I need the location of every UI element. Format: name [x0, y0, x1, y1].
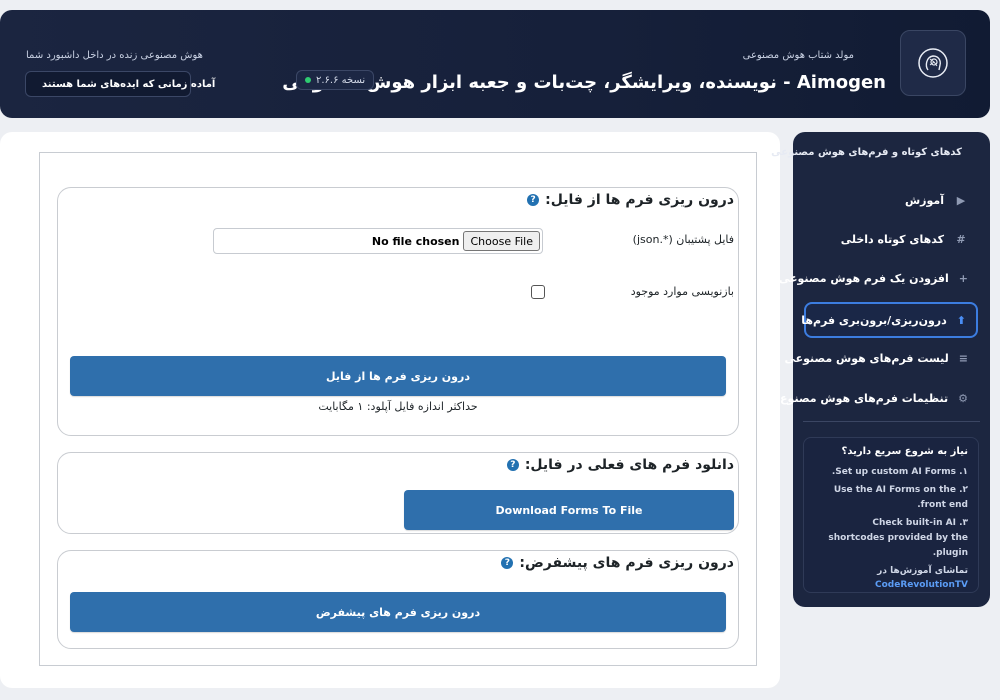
sidebar-divider [803, 421, 980, 422]
quick-start-tips: نیاز به شروع سریع دارید؟ ۱. Set up custo… [803, 437, 979, 593]
tip-item: ۳. Check built-in AI shortcodes provided… [828, 518, 968, 558]
ai-head-icon [918, 48, 948, 78]
tips-footer: تماشای آموزش‌ها در CodeRevolutionTV [814, 564, 968, 592]
list-icon: ≡ [958, 351, 968, 365]
header-subtitle: مولد شتاب هوش مصنوعی [742, 50, 854, 61]
tip-item: ۱. Set up custom AI Forms. [831, 467, 968, 477]
import-section-title: درون ریزی فرم ها از فایل: [545, 192, 734, 208]
default-section-header: درون ریزی فرم های پیشفرض: ? [501, 555, 734, 571]
app-header: مولد شتاب هوش مصنوعی Aimogen - نویسنده، … [0, 10, 990, 118]
version-badge: نسخه ۲.۶.۶ [296, 70, 375, 90]
overwrite-label: بازنویسی موارد موجود [630, 285, 734, 298]
max-size-note: حداکثر اندازه فایل آپلود: ۱ مگابایت [318, 400, 478, 413]
upload-icon: ⬆ [956, 313, 966, 327]
version-text: نسخه ۲.۶.۶ [316, 74, 366, 86]
settings-icon: ⚙ [958, 391, 968, 405]
download-section-header: دانلود فرم های فعلی در فایل: ? [506, 457, 734, 473]
sidebar-item-add-form[interactable]: افزودن یک فرم هوش مصنوعی + [779, 260, 978, 296]
coderevolution-link[interactable]: CodeRevolutionTV [875, 580, 968, 590]
help-icon[interactable]: ? [506, 459, 519, 471]
default-forms-section: درون ریزی فرم های پیشفرض: ? درون ریزی فر… [57, 550, 739, 649]
tips-title: نیاز به شروع سریع دارید؟ [841, 446, 968, 457]
sidebar-item-label: افزودن یک فرم هوش مصنوعی [778, 271, 949, 285]
hash-icon: # [956, 232, 966, 246]
sidebar-item-settings[interactable]: تنظیمات فرم‌های هوش مصنوع ⚙ [780, 380, 978, 416]
ready-badge: آماده زمانی که ایده‌های شما هستند [25, 71, 215, 97]
plus-icon: + [958, 271, 968, 285]
sidebar-item-label: آموزش [905, 193, 944, 207]
sidebar-item-label: لیست فرم‌های هوش مصنوعی [784, 351, 949, 365]
download-forms-button[interactable]: Download Forms To File [404, 490, 734, 530]
ready-badge-text: آماده زمانی که ایده‌های شما هستند [42, 78, 216, 90]
import-default-forms-button[interactable]: درون ریزی فرم های پیشفرض [70, 592, 726, 632]
help-icon[interactable]: ? [501, 557, 514, 569]
default-section-title: درون ریزی فرم های پیشفرض: [519, 555, 734, 571]
header-left-subtitle: هوش مصنوعی زنده در داخل داشبورد شما [26, 50, 203, 61]
sidebar-item-label: کدهای کوتاه داخلی [840, 232, 944, 246]
sidebar-item-label: تنظیمات فرم‌های هوش مصنوع [780, 391, 949, 405]
backup-file-label: فایل پشتیبان (*.json) [632, 233, 734, 246]
file-status-text: No file chosen [371, 234, 460, 248]
choose-file-button[interactable]: Choose File [463, 231, 540, 251]
sidebar: کدهای کوتاه و فرم‌های هوش مصنوعی آموزش ▶… [771, 132, 990, 607]
download-section-title: دانلود فرم های فعلی در فایل: [524, 457, 734, 473]
import-section-header: درون ریزی فرم ها از فایل: ? [527, 192, 734, 208]
sidebar-item-label: درون‌ریزی/برون‌بری فرم‌ها [801, 313, 947, 327]
content-frame: درون ریزی فرم ها از فایل: ? فایل پشتیبان… [39, 152, 757, 666]
download-section: دانلود فرم های فعلی در فایل: ? Download … [57, 452, 739, 534]
logo [900, 30, 966, 96]
status-dot-icon [305, 77, 311, 83]
import-section: درون ریزی فرم ها از فایل: ? فایل پشتیبان… [57, 187, 739, 436]
sidebar-title: کدهای کوتاه و فرم‌های هوش مصنوعی [771, 147, 962, 158]
backup-file-input[interactable]: No file chosen Choose File [213, 228, 543, 254]
sidebar-item-shortcodes[interactable]: کدهای کوتاه داخلی # [804, 221, 978, 257]
main-card: درون ریزی فرم ها از فایل: ? فایل پشتیبان… [0, 132, 780, 688]
sidebar-item-import-export[interactable]: درون‌ریزی/برون‌بری فرم‌ها ⬆ [801, 302, 978, 338]
sidebar-item-tutorial[interactable]: آموزش ▶ [804, 182, 978, 218]
sidebar-item-forms-list[interactable]: لیست فرم‌های هوش مصنوعی ≡ [785, 340, 978, 376]
import-forms-button[interactable]: درون ریزی فرم ها از فایل [70, 356, 726, 396]
help-icon[interactable]: ? [527, 194, 540, 206]
play-icon: ▶ [956, 193, 966, 207]
tips-footer-text: تماشای آموزش‌ها در [877, 566, 968, 576]
tip-item: ۲. Use the AI Forms on the front end. [833, 485, 968, 510]
overwrite-checkbox[interactable] [531, 285, 545, 299]
